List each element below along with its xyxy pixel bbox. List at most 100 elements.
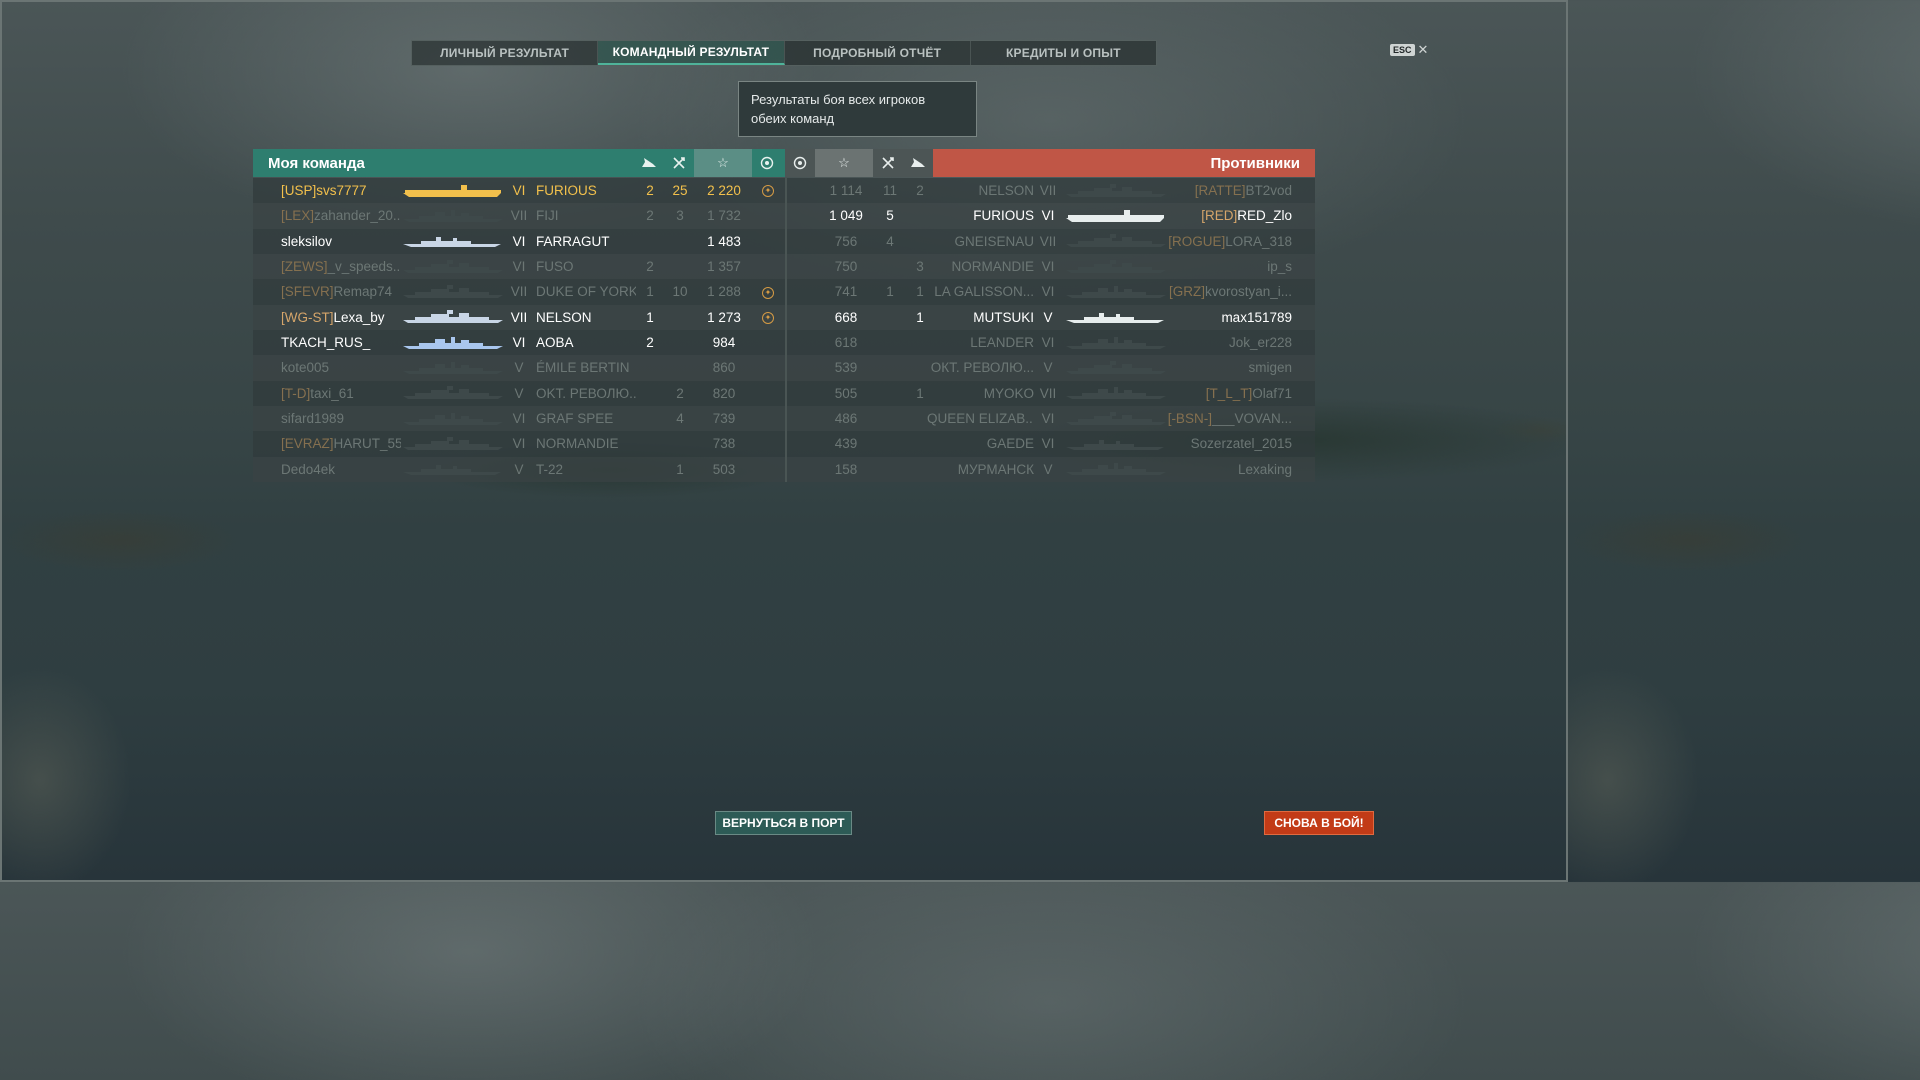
ship-name: DUKE OF YORK [536,284,636,300]
player-row[interactable]: ip_s VI NORMANDIE 3 750 [787,254,1315,279]
player-row[interactable]: [EVRAZ]HARUT_558 VI NORMANDIE 738 [253,431,785,456]
star-icon[interactable]: ☆ [815,149,873,177]
player-row[interactable]: TKACH_RUS_ VI AOBA 2 984 [253,330,785,355]
ships-destroyed [635,431,665,456]
ship-name: FIJI [536,208,559,224]
player-row[interactable]: smigen V ОКТ. РЕВОЛЮ... 539 [787,355,1315,380]
player-row[interactable]: [ZEWS]_v_speeds... VI FUSO 2 1 357 [253,254,785,279]
ships-destroyed: 3 [916,258,924,274]
nickname: _v_speeds... [327,258,402,274]
ship-name: AOBA [536,334,574,350]
ships-destroyed: 2 [646,334,654,350]
player-row[interactable]: sleksilov VI FARRAGUT 1 483 [253,229,785,254]
ships-destroyed [905,431,935,456]
planes-destroyed: 1 [676,461,684,477]
planes-destroyed: 2 [676,385,684,401]
ship-tier: VII [1039,385,1057,401]
player-row[interactable]: kote005 V ÉMILE BERTIN 860 [253,355,785,380]
ship-tier: VII [1039,183,1057,198]
planes-destroyed [875,305,905,330]
tab-detailed-report[interactable]: ПОДРОБНЫЙ ОТЧЁТ [785,41,971,65]
nickname: kote005 [281,360,330,376]
player-row[interactable]: Jok_er228 VI LEANDER 618 [787,330,1315,355]
ship-name: FURIOUS [536,183,597,198]
tab-team-result[interactable]: КОМАНДНЫЙ РЕЗУЛЬТАТ [598,41,785,65]
clan-tag: [T-D] [281,385,311,401]
esc-key-label: ESC [1390,44,1415,56]
medal-icon[interactable] [752,149,782,177]
ship-name: LA GALISSON... [934,284,1034,300]
enemy-team-header: ☆ Противники [785,149,1315,177]
battle-again-button[interactable]: СНОВА В БОЙ! [1264,811,1374,835]
base-xp: 738 [712,436,736,452]
medal-cell [753,203,783,228]
ship-tier: V [1043,461,1053,477]
medal-cell [787,457,817,482]
planes-destroyed: 11 [882,183,897,198]
player-row[interactable]: max151789 V MUTSUKI 1 668 [787,305,1315,330]
medal-icon: ✦ [762,286,774,299]
player-row[interactable]: Sozerzatel_2015 VI GAEDE 439 [787,431,1315,456]
ships-destroyed [905,229,935,254]
nickname: max151789 [1221,309,1292,325]
base-xp: 860 [712,360,736,376]
player-row[interactable]: [SFEVR]Remap74 VII DUKE OF YORK 1 10 1 288 ✦ [253,279,785,304]
player-name: max151789 [1157,305,1292,330]
nickname: Remap74 [333,284,393,300]
ships-destroyed [905,406,935,431]
medal-cell [787,203,817,228]
ship-name: QUEEN ELIZAB... [927,410,1034,426]
tab-personal-result[interactable]: ЛИЧНЫЙ РЕЗУЛЬТАТ [412,41,599,65]
clan-tag: [RED] [1201,208,1238,224]
plane-kill-icon[interactable] [664,149,694,177]
player-row[interactable]: [T-D]taxi_61 V OKT. РЕВОЛЮ... 2 820 [253,381,785,406]
player-row[interactable]: Dedo4ek V T-22 1 503 [253,457,785,482]
ship-name: MUTSUKI [973,309,1034,325]
player-row[interactable]: [USP]svs7777 VI FURIOUS 2 25 2 220 ✦ [253,178,785,203]
medal-cell [787,381,817,406]
ship-silhouette-icon [1063,457,1169,482]
ships-destroyed: 2 [916,183,924,198]
close-button[interactable]: ESC ✕ [1390,42,1428,58]
ship-tier: V [514,461,524,477]
player-row[interactable]: [ROGUE]LORA_318 VII GNEISENAU 4 756 [787,229,1315,254]
nickname: Lexa_by [333,309,385,325]
player-row[interactable]: [RATTE]BT2vod VII NELSON 2 11 1 114 [787,178,1315,203]
player-name: kote005 [281,355,401,380]
player-name: [RATTE]BT2vod [1157,178,1292,203]
base-xp: 756 [834,233,858,249]
planes-destroyed [875,406,905,431]
ships-destroyed [635,229,665,254]
ship-silhouette-icon [401,279,509,304]
player-name: sifard1989 [281,406,401,431]
ship-kill-icon[interactable] [903,149,933,177]
ship-tier: VI [1041,334,1055,350]
player-row[interactable]: [LEX]zahander_20... VII FIJI 2 3 1 732 [253,203,785,228]
ship-silhouette-icon [401,178,509,203]
ship-kill-icon[interactable] [634,149,664,177]
medal-cell [787,330,817,355]
star-icon[interactable]: ☆ [694,149,752,177]
planes-destroyed [665,254,695,279]
planes-destroyed [665,355,695,380]
ships-destroyed [635,457,665,482]
player-row[interactable]: Lexaking V МУРМАНСК 158 [787,457,1315,482]
planes-destroyed [875,254,905,279]
player-row[interactable]: [-BSN-]___VOVAN... VI QUEEN ELIZAB... 486 [787,406,1315,431]
ship-silhouette-icon [1063,279,1169,304]
ship-silhouette-icon [401,330,509,355]
medal-cell [753,381,783,406]
base-xp: 1 114 [829,183,863,198]
player-row[interactable]: [T_L_T]Olaf71 VII MYOKO 1 505 [787,381,1315,406]
return-to-port-button[interactable]: ВЕРНУТЬСЯ В ПОРТ [715,811,852,835]
medal-cell [787,254,817,279]
base-xp: 439 [834,436,858,452]
player-row[interactable]: [WG-ST]Lexa_by VII NELSON 1 1 273 ✦ [253,305,785,330]
clan-tag: [ZEWS] [281,258,328,274]
medal-icon[interactable] [785,149,815,177]
player-row[interactable]: sifard1989 VI GRAF SPEE 4 739 [253,406,785,431]
plane-kill-icon[interactable] [873,149,903,177]
tab-credits-xp[interactable]: КРЕДИТЫ И ОПЫТ [971,41,1156,65]
player-row[interactable]: [RED]RED_Zlo VI FURIOUS 5 1 049 [787,203,1315,228]
player-row[interactable]: [GRZ]kvorostyan_i... VI LA GALISSON... 1 1 74… [787,279,1315,304]
